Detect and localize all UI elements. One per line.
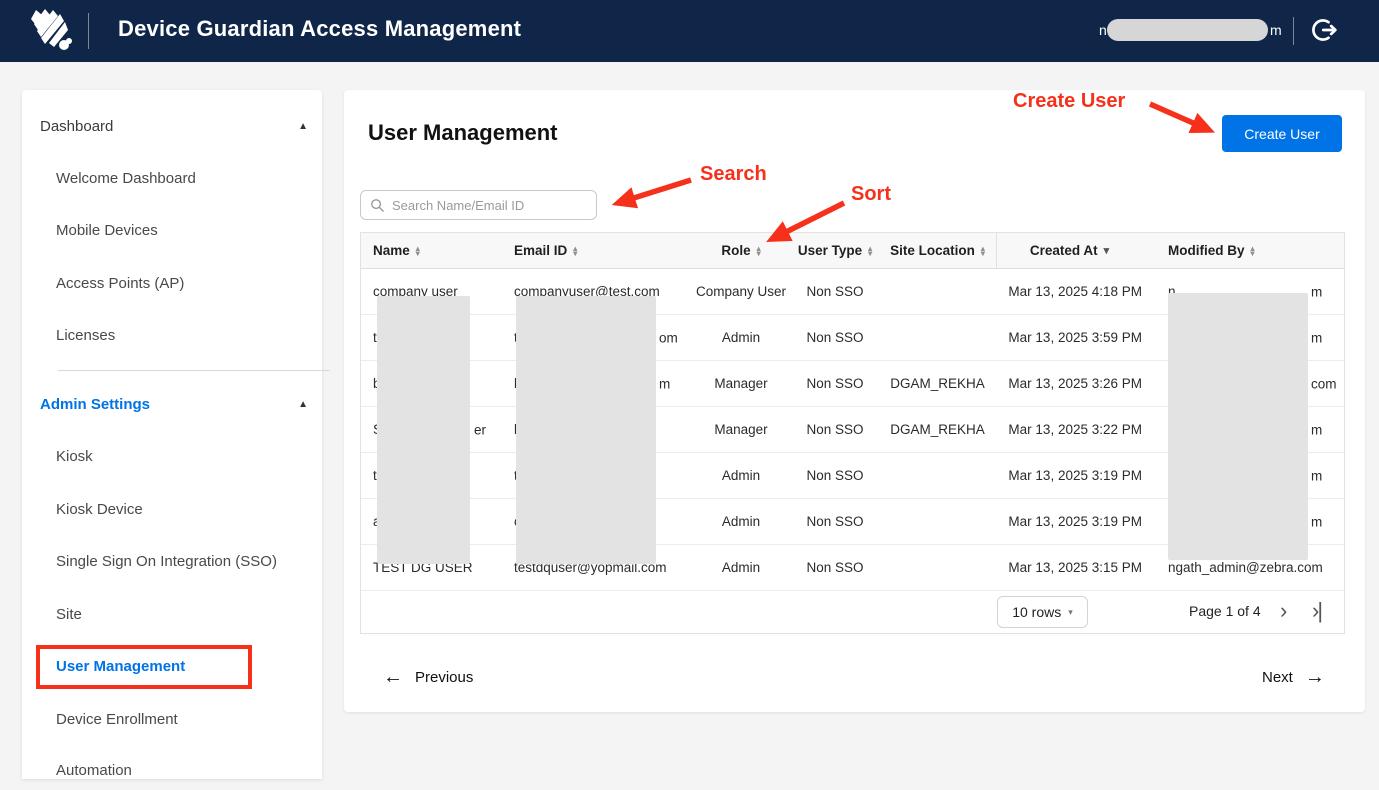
column-header-created-at[interactable]: Created At▾ [996, 233, 1156, 268]
sort-icon: ▴▾ [757, 246, 761, 256]
cell-modified-by-suffix: m [1311, 284, 1322, 299]
column-header-site-location[interactable]: Site Location▴▾ [879, 233, 996, 268]
sidebar-divider [58, 370, 330, 371]
header-divider [88, 13, 89, 49]
cell-role: Company User [691, 269, 791, 314]
sidebar-item-sso[interactable]: Single Sign On Integration (SSO) [22, 543, 322, 581]
search-icon [370, 198, 385, 213]
redaction-box-email-column [516, 296, 656, 564]
annotation-create-user-label: Create User [1013, 90, 1125, 113]
cell-role: Admin [691, 453, 791, 498]
cell-site-location: DGAM_REKHA [879, 407, 996, 452]
sort-icon: ▴▾ [573, 246, 577, 256]
user-email-redaction [1107, 19, 1268, 41]
column-header-user-type[interactable]: User Type▴▾ [791, 233, 879, 268]
header-divider-2 [1293, 17, 1294, 45]
user-email-prefix: n [1099, 22, 1107, 38]
cell-user-type: Non SSO [791, 315, 879, 360]
page-info: Page 1 of 4 [1189, 603, 1261, 619]
cell-site-location [879, 545, 996, 590]
cell-site-location [879, 499, 996, 544]
previous-button[interactable]: ← Previous [383, 666, 473, 689]
cell-created-at: Mar 13, 2025 3:22 PM [996, 407, 1156, 452]
zebra-logo-icon [28, 8, 78, 54]
cell-role: Manager [691, 361, 791, 406]
sidebar-item-access-points[interactable]: Access Points (AP) [22, 265, 322, 303]
cell-modified-by-suffix: m [1311, 514, 1322, 529]
column-header-role[interactable]: Role▴▾ [691, 233, 791, 268]
next-button[interactable]: Next → [1262, 666, 1325, 689]
cell-user-type: Non SSO [791, 269, 879, 314]
user-email-suffix: m [1270, 22, 1282, 38]
sort-icon: ▴▾ [1251, 246, 1255, 256]
cell-site-location: DGAM_REKHA [879, 361, 996, 406]
cell-user-type: Non SSO [791, 361, 879, 406]
cell-user-type: Non SSO [791, 499, 879, 544]
sidebar-item-admin-settings[interactable]: Admin Settings ▲ [22, 386, 322, 424]
create-user-button[interactable]: Create User [1222, 115, 1342, 152]
cell-user-type: Non SSO [791, 453, 879, 498]
cell-created-at: Mar 13, 2025 3:26 PM [996, 361, 1156, 406]
cell-modified-by-suffix: m [1311, 330, 1322, 345]
cell-user-type: Non SSO [791, 545, 879, 590]
sidebar-item-user-management[interactable]: User Management [22, 648, 322, 686]
chevron-up-icon: ▲ [298, 108, 308, 146]
sort-icon: ▴▾ [416, 246, 420, 256]
cell-created-at: Mar 13, 2025 3:15 PM [996, 545, 1156, 590]
table-header-row: Name▴▾ Email ID▴▾ Role▴▾ User Type▴▾ Sit… [361, 233, 1344, 269]
column-header-name[interactable]: Name▴▾ [361, 233, 499, 268]
cell-site-location [879, 315, 996, 360]
cell-created-at: Mar 13, 2025 4:18 PM [996, 269, 1156, 314]
table-footer: 10 rows ▾ Page 1 of 4 › ›| [361, 591, 1344, 633]
cell-role: Admin [691, 499, 791, 544]
cell-user-type: Non SSO [791, 407, 879, 452]
cell-name-suffix: er [474, 422, 486, 437]
last-page-icon[interactable]: ›| [1312, 597, 1321, 625]
sort-icon: ▴▾ [981, 246, 985, 256]
logout-icon[interactable] [1311, 16, 1339, 44]
cell-site-location [879, 269, 996, 314]
sidebar-item-kiosk-device[interactable]: Kiosk Device [22, 491, 322, 529]
annotation-search-label: Search [700, 163, 767, 186]
sidebar-item-site[interactable]: Site [22, 596, 322, 634]
column-header-modified-by[interactable]: Modified By▴▾ [1156, 233, 1346, 268]
sidebar-item-kiosk[interactable]: Kiosk [22, 438, 322, 476]
cell-modified-by-suffix: com [1311, 376, 1337, 391]
arrow-left-icon: ← [383, 666, 403, 689]
cell-created-at: Mar 13, 2025 3:19 PM [996, 453, 1156, 498]
arrow-right-icon: → [1305, 666, 1325, 689]
sidebar-item-welcome-dashboard[interactable]: Welcome Dashboard [22, 160, 322, 198]
cell-modified-by-suffix: m [1311, 468, 1322, 483]
next-page-icon[interactable]: › [1280, 597, 1287, 625]
search-box[interactable] [360, 190, 597, 220]
sidebar: Dashboard ▲ Welcome Dashboard Mobile Dev… [22, 90, 322, 779]
sort-desc-icon: ▾ [1104, 244, 1110, 257]
cell-email-suffix: m [659, 376, 670, 391]
search-input[interactable] [392, 198, 582, 213]
cell-modified-by-suffix: m [1311, 422, 1322, 437]
app-title: Device Guardian Access Management [118, 16, 521, 42]
chevron-up-icon: ▲ [298, 386, 308, 424]
redaction-box-modified-column [1168, 293, 1308, 560]
annotation-sort-label: Sort [851, 183, 891, 206]
cell-role: Admin [691, 545, 791, 590]
page-title: User Management [368, 120, 558, 146]
cell-site-location [879, 453, 996, 498]
sidebar-item-mobile-devices[interactable]: Mobile Devices [22, 212, 322, 250]
chevron-down-icon: ▾ [1068, 607, 1073, 618]
cell-role: Admin [691, 315, 791, 360]
sidebar-item-licenses[interactable]: Licenses [22, 317, 322, 355]
redaction-box-name-column [377, 296, 470, 564]
cell-created-at: Mar 13, 2025 3:19 PM [996, 499, 1156, 544]
column-header-email[interactable]: Email ID▴▾ [499, 233, 691, 268]
sidebar-item-device-enrollment[interactable]: Device Enrollment [22, 701, 322, 739]
sidebar-item-automation[interactable]: Automation [22, 752, 322, 790]
cell-role: Manager [691, 407, 791, 452]
sort-icon: ▴▾ [868, 246, 872, 256]
rows-per-page-select[interactable]: 10 rows ▾ [997, 596, 1088, 628]
cell-email-suffix: om [659, 330, 678, 345]
sidebar-item-dashboard[interactable]: Dashboard ▲ [22, 108, 322, 146]
top-header-bar: Device Guardian Access Management n m [0, 0, 1379, 62]
cell-created-at: Mar 13, 2025 3:59 PM [996, 315, 1156, 360]
